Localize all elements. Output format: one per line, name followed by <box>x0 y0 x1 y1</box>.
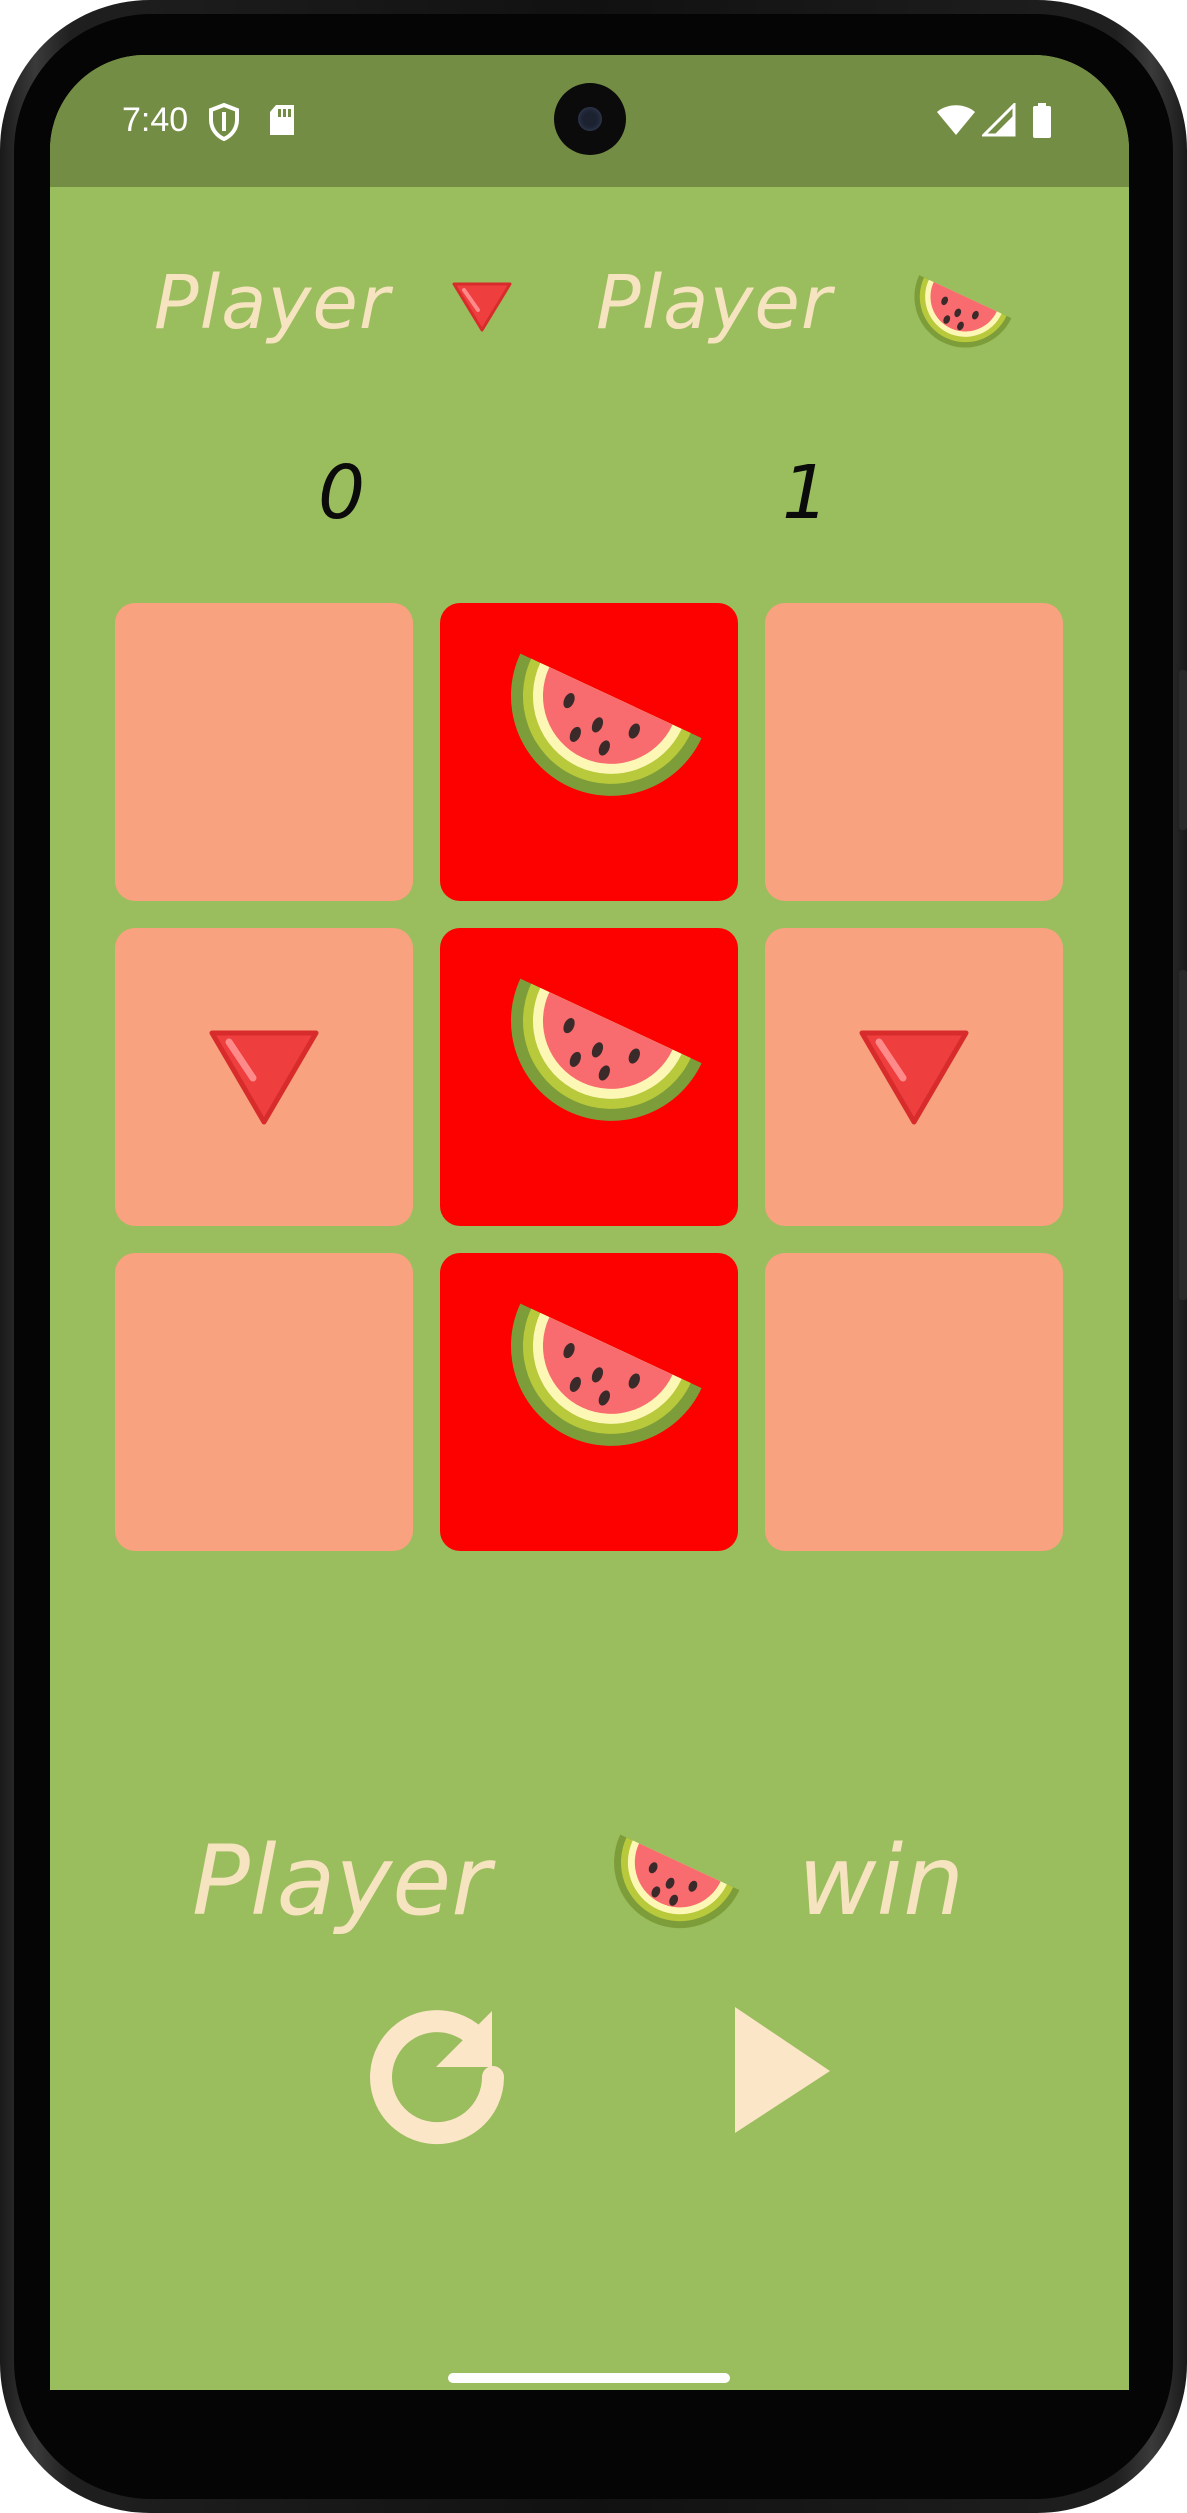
board-cell-6[interactable] <box>765 928 1063 1226</box>
watermelon-icon <box>914 275 1012 348</box>
result-banner: Player win <box>50 1795 1129 1955</box>
shield-icon <box>209 103 239 141</box>
player-1-score: 0 <box>318 450 366 536</box>
watermelon-icon <box>511 653 702 796</box>
player-1-label: Player <box>154 260 391 346</box>
board-cell-2[interactable] <box>440 603 738 901</box>
board-cell-5[interactable] <box>440 928 738 1226</box>
navigation-bar <box>50 2335 1129 2455</box>
watermelon-icon <box>511 1303 702 1446</box>
sd-card-icon <box>270 105 294 135</box>
power-button <box>1179 670 1187 830</box>
board-cell-7[interactable] <box>115 1253 413 1551</box>
status-time: 7:40 <box>122 101 189 139</box>
game-board <box>115 603 1065 1553</box>
wifi-icon <box>937 105 975 135</box>
result-suffix: win <box>798 1825 965 1937</box>
result-prefix: Player <box>192 1825 491 1937</box>
signal-icon <box>982 103 1016 137</box>
triangle-icon <box>209 1030 319 1125</box>
volume-button <box>1179 970 1187 1300</box>
board-cell-9[interactable] <box>765 1253 1063 1551</box>
watermelon-icon <box>614 1834 740 1929</box>
home-gesture-handle[interactable] <box>448 2373 730 2383</box>
triangle-icon <box>452 282 512 332</box>
player-2-score: 1 <box>782 450 830 536</box>
watermelon-icon <box>511 978 702 1121</box>
app-screen: 7:40 Player Player 0 1 Player win <box>50 55 1129 2390</box>
board-cell-4[interactable] <box>115 928 413 1226</box>
phone-frame: 7:40 Player Player 0 1 Player win <box>0 0 1187 2513</box>
board-cell-8[interactable] <box>440 1253 738 1551</box>
board-cell-1[interactable] <box>115 603 413 901</box>
front-camera <box>554 83 626 155</box>
triangle-icon <box>859 1030 969 1125</box>
player-2-label: Player <box>596 260 833 346</box>
restart-icon[interactable] <box>362 1995 512 2145</box>
board-cell-3[interactable] <box>765 603 1063 901</box>
play-icon[interactable] <box>700 1995 850 2145</box>
battery-icon <box>1033 103 1051 138</box>
